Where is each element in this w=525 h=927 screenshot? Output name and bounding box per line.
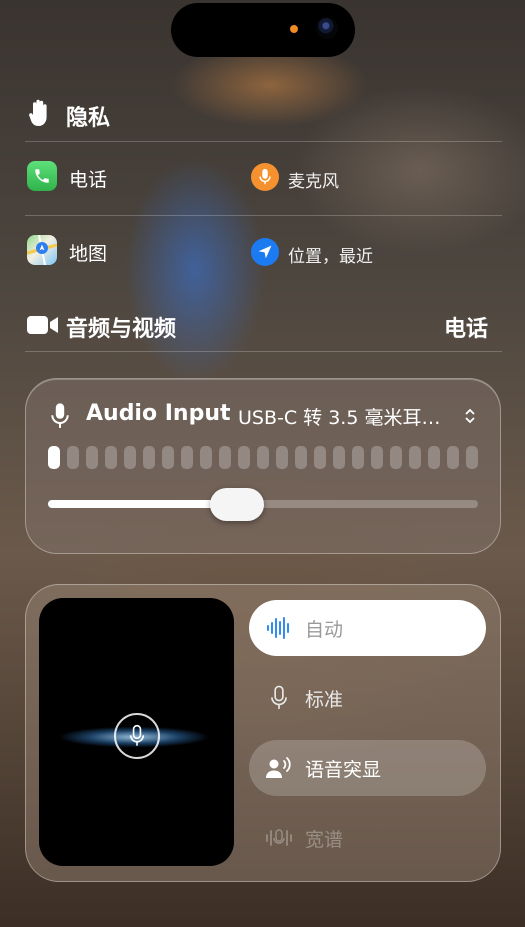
mic-mode-option-voice-isolation[interactable]: 语音突显 <box>249 740 486 796</box>
hand-icon <box>28 98 52 128</box>
meter-segment <box>257 446 269 469</box>
av-title: 音频与视频 <box>66 317 177 342</box>
privacy-item-phone[interactable]: 电话 <box>25 158 255 198</box>
mic-mode-label: 标准 <box>305 688 344 711</box>
meter-segment <box>67 446 79 469</box>
audio-device-name: USB-C 转 3.5 毫米耳… <box>238 407 441 429</box>
front-camera <box>316 17 338 39</box>
divider <box>25 351 502 352</box>
meter-segment <box>162 446 174 469</box>
mic-mode-label: 自动 <box>305 618 344 641</box>
input-volume-slider-thumb[interactable] <box>210 488 264 521</box>
meter-segment <box>390 446 402 469</box>
privacy-item-microphone[interactable]: 麦克风 <box>249 160 469 196</box>
meter-segment <box>143 446 155 469</box>
meter-segment <box>238 446 250 469</box>
meter-segment <box>105 446 117 469</box>
microphone-icon <box>265 684 293 712</box>
privacy-item-label: 地图 <box>69 243 108 265</box>
maps-app-icon <box>27 235 57 265</box>
voice-isolation-icon <box>265 754 293 782</box>
meter-segment <box>181 446 193 469</box>
privacy-title: 隐私 <box>66 106 111 131</box>
meter-segment <box>314 446 326 469</box>
meter-segment <box>428 446 440 469</box>
meter-segment <box>447 446 459 469</box>
meter-segment <box>276 446 288 469</box>
av-app-name: 电话 <box>443 317 488 342</box>
meter-segment <box>295 446 307 469</box>
mic-mode-option-auto[interactable]: 自动 <box>249 600 486 656</box>
mic-mode-label: 语音突显 <box>305 758 382 781</box>
privacy-item-location[interactable]: 位置，最近 <box>249 235 469 271</box>
phone-app-icon <box>27 161 57 191</box>
meter-segment <box>352 446 364 469</box>
divider <box>25 141 502 142</box>
mic-mode-option-standard[interactable]: 标准 <box>249 670 486 726</box>
privacy-item-label: 麦克风 <box>288 172 339 192</box>
preview-microphone-icon <box>114 713 160 759</box>
chevron-up-down-icon <box>464 407 476 425</box>
privacy-item-label: 电话 <box>69 169 108 191</box>
meter-segment <box>124 446 136 469</box>
mic-in-use-indicator <box>290 25 298 33</box>
mic-mode-option-wide-spectrum: 宽谱 <box>249 810 486 866</box>
audio-input-title: Audio Input <box>86 401 231 426</box>
divider <box>25 215 502 216</box>
meter-segment <box>409 446 421 469</box>
meter-segment <box>48 446 60 469</box>
video-camera-icon <box>27 314 59 336</box>
microphone-icon <box>50 402 70 430</box>
meter-segment <box>371 446 383 469</box>
meter-segment <box>86 446 98 469</box>
meter-segment <box>333 446 345 469</box>
location-arrow-icon <box>251 238 279 266</box>
microphone-icon <box>251 163 279 191</box>
meter-segment <box>200 446 212 469</box>
audio-device-selector[interactable]: USB-C 转 3.5 毫米耳… <box>238 403 478 431</box>
meter-segment <box>466 446 478 469</box>
privacy-item-maps[interactable]: 地图 <box>25 232 255 272</box>
waveform-icon <box>265 614 293 642</box>
meter-segment <box>219 446 231 469</box>
wide-spectrum-icon <box>265 824 293 852</box>
input-volume-slider-fill <box>48 500 237 508</box>
privacy-item-label: 位置，最近 <box>288 247 373 267</box>
mic-mode-label: 宽谱 <box>305 828 344 851</box>
